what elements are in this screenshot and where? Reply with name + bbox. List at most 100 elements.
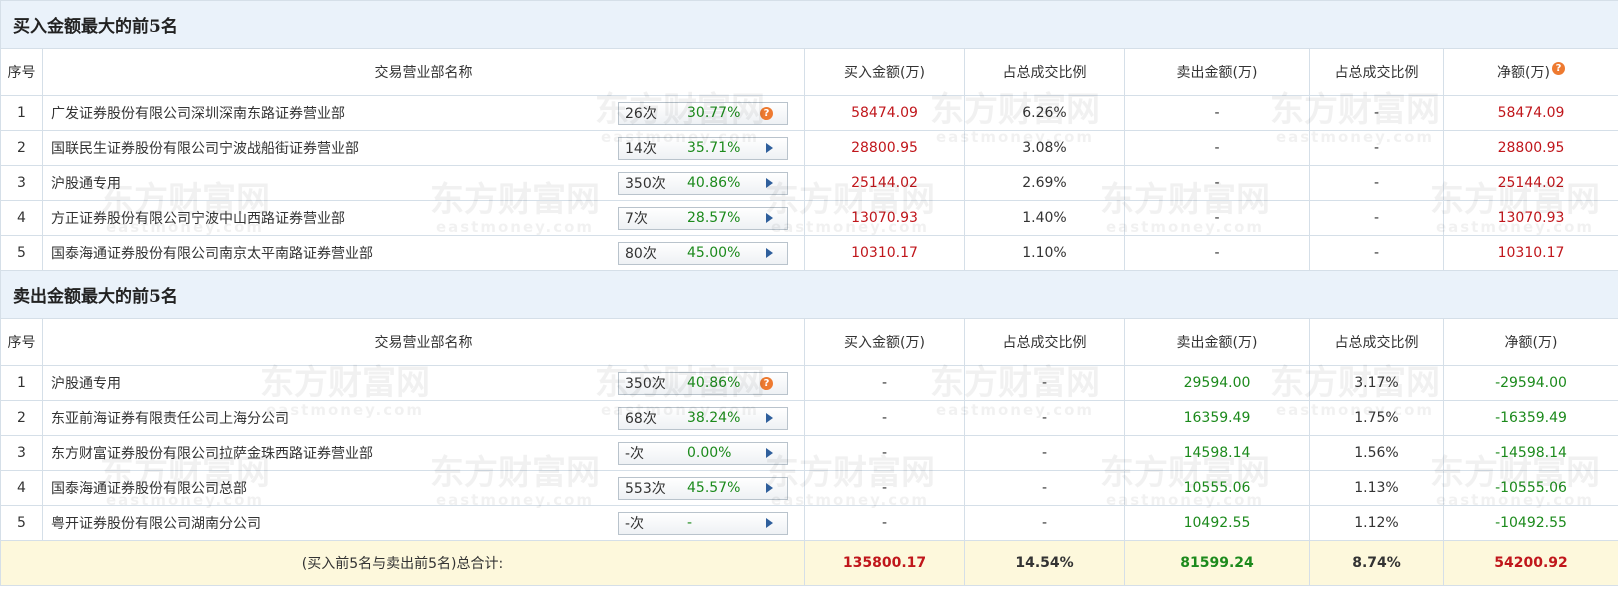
total-buy: 135800.17 bbox=[804, 540, 965, 586]
trade-count: -次 bbox=[625, 446, 645, 462]
trade-count: 26次 bbox=[625, 106, 657, 122]
seat-name[interactable]: 粤开证券股份有限公司湖南分公司 bbox=[51, 513, 261, 533]
header-buy: 买入金额(万) bbox=[804, 48, 965, 96]
header-buy: 买入金额(万) bbox=[804, 318, 965, 366]
row-idx: 4 bbox=[0, 470, 43, 506]
total-sell-ratio: 8.74% bbox=[1309, 540, 1444, 586]
total-buy-ratio: 14.54% bbox=[964, 540, 1125, 586]
buy-amount: - bbox=[804, 400, 965, 436]
seat-stat-button[interactable]: 26次 30.77%? bbox=[618, 101, 788, 125]
total-label: (买入前5名与卖出前5名)总合计: bbox=[0, 540, 805, 586]
seat-name[interactable]: 方正证券股份有限公司宁波中山西路证券营业部 bbox=[51, 208, 345, 228]
trade-count: 553次 bbox=[625, 481, 666, 497]
header-buy-ratio: 占总成交比例 bbox=[964, 318, 1125, 366]
sell-ratio: - bbox=[1309, 200, 1444, 236]
row-idx: 4 bbox=[0, 200, 43, 236]
table-row: 2 东亚前海证券有限责任公司上海分公司 68次 38.24% - - 16359.4… bbox=[0, 400, 1618, 436]
win-rate: 45.57% bbox=[687, 480, 741, 496]
buy-amount: 13070.93 bbox=[804, 200, 965, 236]
play-triangle-icon[interactable] bbox=[766, 248, 773, 258]
seat-name[interactable]: 广发证券股份有限公司深圳深南东路证券营业部 bbox=[51, 103, 345, 123]
table-row: 5 粤开证券股份有限公司湖南分公司 -次 - - - 10492.55 1.12% … bbox=[0, 505, 1618, 541]
table-row: 1 沪股通专用 350次 40.86%? - - 29594.00 3.17% -2… bbox=[0, 365, 1618, 401]
play-triangle-icon[interactable] bbox=[766, 518, 773, 528]
buy-ratio: 1.40% bbox=[964, 200, 1125, 236]
play-triangle-icon[interactable] bbox=[766, 413, 773, 423]
header-idx: 序号 bbox=[0, 48, 43, 96]
seat-stat-button[interactable]: 350次 40.86% bbox=[618, 171, 788, 195]
sell-amount: 10555.06 bbox=[1124, 470, 1310, 506]
net-amount: 25144.02 bbox=[1443, 165, 1618, 201]
buy-amount: 10310.17 bbox=[804, 235, 965, 271]
seat-stat-button[interactable]: 68次 38.24% bbox=[618, 406, 788, 430]
sell-amount: - bbox=[1124, 130, 1310, 166]
net-amount: 13070.93 bbox=[1443, 200, 1618, 236]
header-name: 交易营业部名称 bbox=[42, 48, 805, 96]
play-triangle-icon[interactable] bbox=[766, 143, 773, 153]
sell-section-title: 卖出金额最大的前5名 bbox=[0, 270, 1618, 319]
sell-amount: - bbox=[1124, 95, 1310, 131]
seat-stat-button[interactable]: -次 0.00% bbox=[618, 441, 788, 465]
sell-amount: 10492.55 bbox=[1124, 505, 1310, 541]
win-rate: 30.77% bbox=[687, 105, 741, 121]
seat-stat-button[interactable]: 7次 28.57% bbox=[618, 206, 788, 230]
sell-amount: 14598.14 bbox=[1124, 435, 1310, 471]
header-buy-ratio: 占总成交比例 bbox=[964, 48, 1125, 96]
play-triangle-icon[interactable] bbox=[766, 483, 773, 493]
play-triangle-icon[interactable] bbox=[766, 213, 773, 223]
buy-amount: - bbox=[804, 470, 965, 506]
net-amount: -14598.14 bbox=[1443, 435, 1618, 471]
trade-count: 350次 bbox=[625, 176, 666, 192]
trade-count: 7次 bbox=[625, 211, 648, 227]
row-idx: 5 bbox=[0, 505, 43, 541]
sell-amount: 16359.49 bbox=[1124, 400, 1310, 436]
trade-count: 80次 bbox=[625, 246, 657, 262]
seat-stat-button[interactable]: 350次 40.86%? bbox=[618, 371, 788, 395]
win-rate: 0.00% bbox=[687, 445, 732, 461]
sell-ratio: - bbox=[1309, 165, 1444, 201]
buy-amount: - bbox=[804, 365, 965, 401]
buy-ratio: - bbox=[964, 400, 1125, 436]
table-row: 2 国联民生证券股份有限公司宁波战船街证券营业部 14次 35.71% 28800.… bbox=[0, 130, 1618, 166]
buy-ratio: - bbox=[964, 365, 1125, 401]
seat-name[interactable]: 沪股通专用 bbox=[51, 373, 121, 393]
seat-name[interactable]: 国联民生证券股份有限公司宁波战船街证券营业部 bbox=[51, 138, 359, 158]
buy-ratio: 2.69% bbox=[964, 165, 1125, 201]
header-net: 净额(万) bbox=[1443, 318, 1618, 366]
win-rate: 38.24% bbox=[687, 410, 741, 426]
seat-stat-button[interactable]: 14次 35.71% bbox=[618, 136, 788, 160]
trade-count: -次 bbox=[625, 516, 645, 532]
table-row: 3 东方财富证券股份有限公司拉萨金珠西路证券营业部 -次 0.00% - - 145… bbox=[0, 435, 1618, 471]
row-idx: 3 bbox=[0, 165, 43, 201]
seat-stat-button[interactable]: 80次 45.00% bbox=[618, 241, 788, 265]
seat-name[interactable]: 沪股通专用 bbox=[51, 173, 121, 193]
seat-name[interactable]: 国泰海通证券股份有限公司总部 bbox=[51, 478, 247, 498]
play-triangle-icon[interactable] bbox=[766, 448, 773, 458]
buy-section-title: 买入金额最大的前5名 bbox=[0, 0, 1618, 49]
sell-header-row: 序号 交易营业部名称 买入金额(万) 占总成交比例 卖出金额(万) 占总成交比例… bbox=[0, 318, 1618, 366]
net-amount: -16359.49 bbox=[1443, 400, 1618, 436]
buy-amount: 28800.95 bbox=[804, 130, 965, 166]
trade-count: 68次 bbox=[625, 411, 657, 427]
seat-stat-button[interactable]: -次 - bbox=[618, 511, 788, 535]
help-icon[interactable]: ? bbox=[1551, 62, 1565, 75]
table-row: 5 国泰海通证券股份有限公司南京太平南路证券营业部 80次 45.00% 10310… bbox=[0, 235, 1618, 271]
help-icon[interactable]: ? bbox=[760, 376, 773, 390]
header-sell: 卖出金额(万) bbox=[1124, 48, 1310, 96]
row-idx: 1 bbox=[0, 365, 43, 401]
win-rate: 35.71% bbox=[687, 140, 741, 156]
total-row: (买入前5名与卖出前5名)总合计: 135800.17 14.54% 81599… bbox=[0, 540, 1618, 586]
buy-header-row: 序号 交易营业部名称 买入金额(万) 占总成交比例 卖出金额(万) 占总成交比例… bbox=[0, 48, 1618, 96]
seat-name[interactable]: 东方财富证券股份有限公司拉萨金珠西路证券营业部 bbox=[51, 443, 373, 463]
buy-amount: 25144.02 bbox=[804, 165, 965, 201]
help-icon[interactable]: ? bbox=[760, 106, 773, 120]
seat-name[interactable]: 东亚前海证券有限责任公司上海分公司 bbox=[51, 408, 289, 428]
seat-stat-button[interactable]: 553次 45.57% bbox=[618, 476, 788, 500]
header-name: 交易营业部名称 bbox=[42, 318, 805, 366]
play-triangle-icon[interactable] bbox=[766, 178, 773, 188]
net-amount: 58474.09 bbox=[1443, 95, 1618, 131]
sell-amount: - bbox=[1124, 200, 1310, 236]
seat-name[interactable]: 国泰海通证券股份有限公司南京太平南路证券营业部 bbox=[51, 243, 373, 263]
table-row: 3 沪股通专用 350次 40.86% 25144.02 2.69% - - 251… bbox=[0, 165, 1618, 201]
net-amount: -10492.55 bbox=[1443, 505, 1618, 541]
